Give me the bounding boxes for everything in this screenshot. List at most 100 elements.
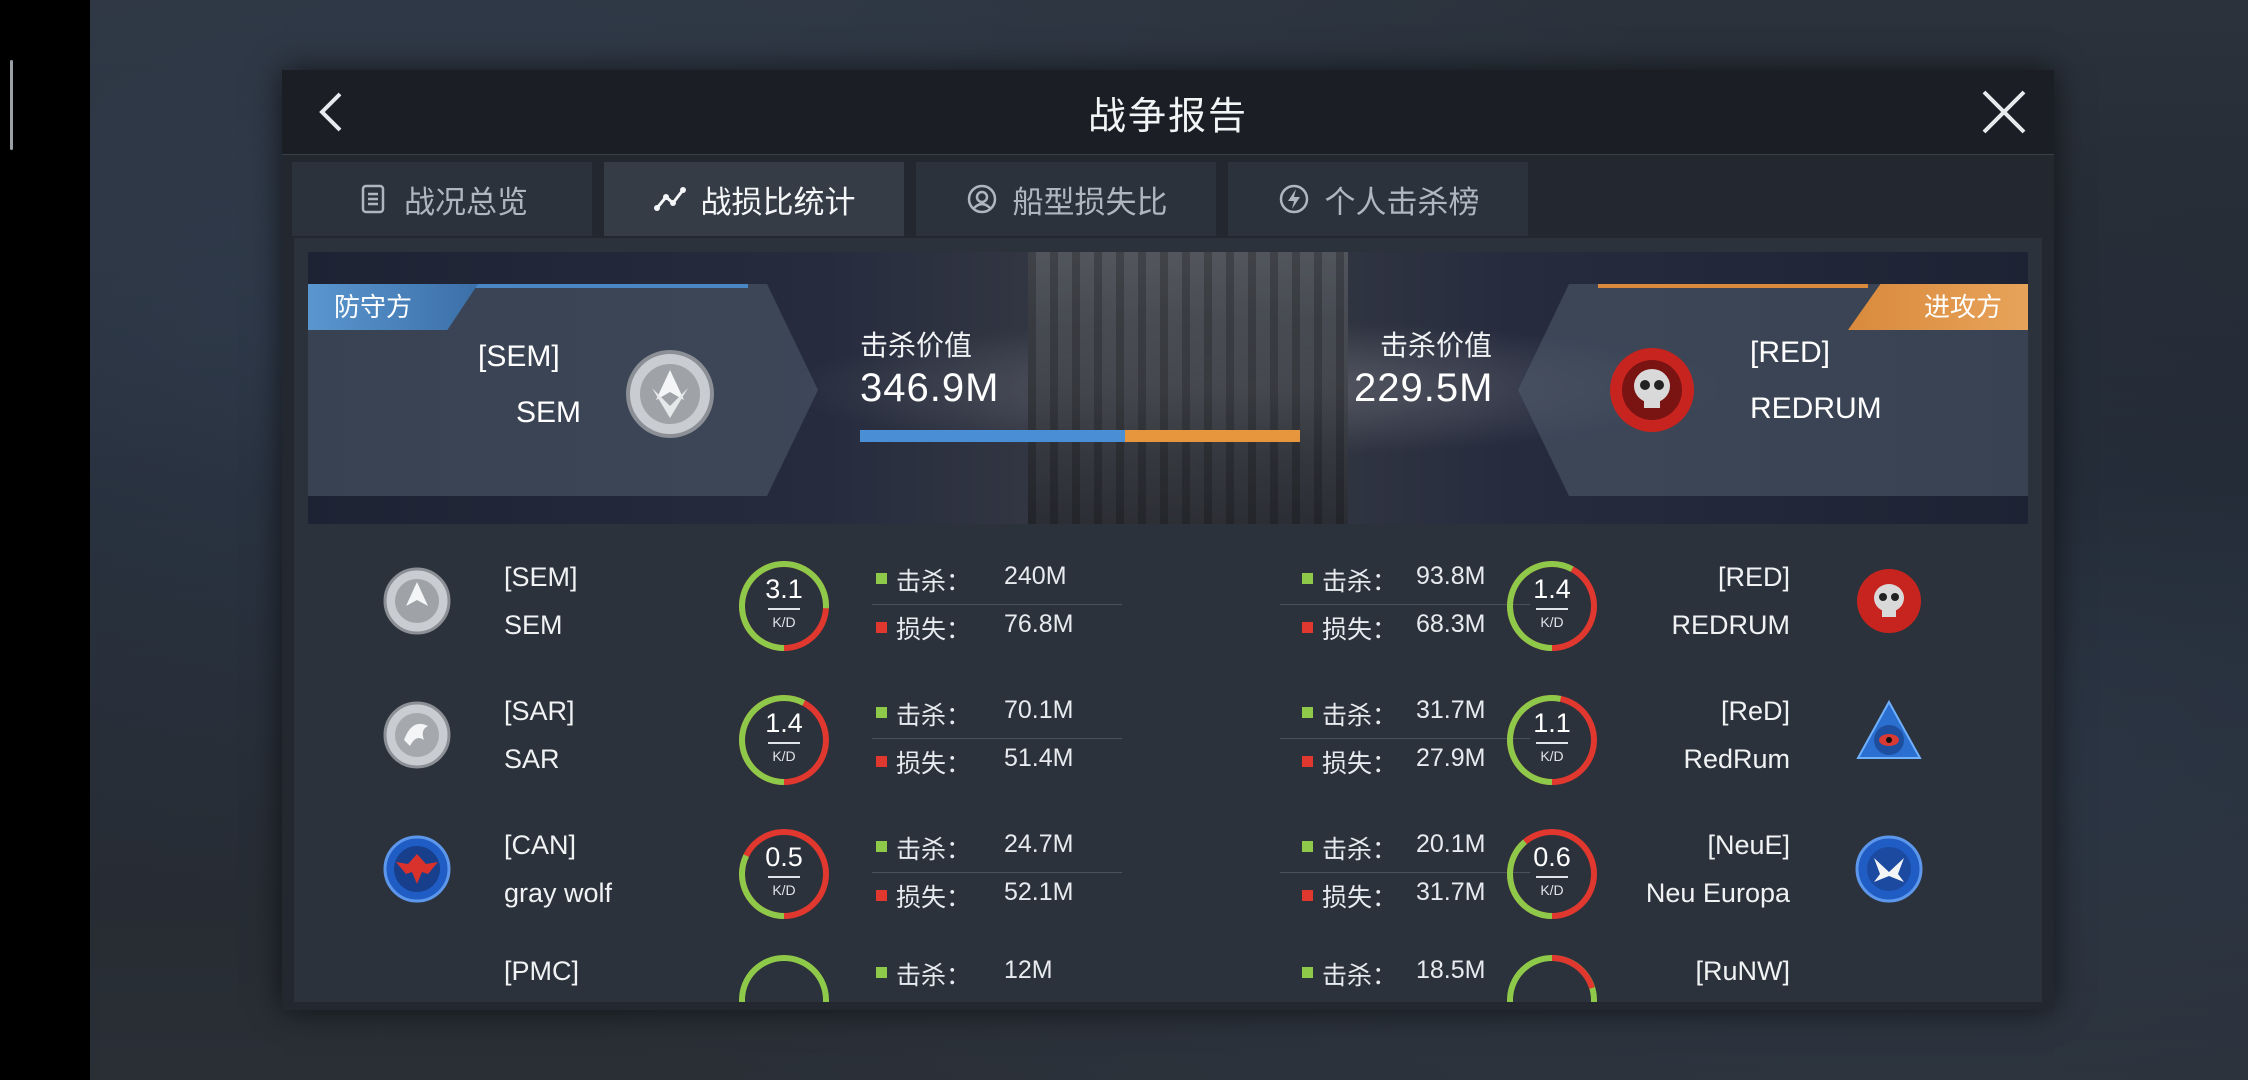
loss-label: 损失： (896, 750, 972, 778)
defender-value-bar (860, 430, 1125, 442)
target-icon (967, 184, 996, 214)
kd-ring: 1.4 K/D (1504, 558, 1600, 654)
loss-value: 68.3M (1416, 610, 1486, 638)
right-tag: [NeuE] (1707, 830, 1790, 860)
kd-ring-graphic (739, 561, 829, 651)
line-chart-icon (653, 187, 686, 211)
kd-ring: 1.1 K/D (1504, 692, 1600, 788)
tab-ship-loss[interactable]: 船型损失比 (916, 162, 1216, 236)
kill-label: 击杀： (1322, 702, 1398, 730)
stat-divider (1280, 872, 1530, 873)
war-report-panel: 战争报告 战况总览 战损比统计 船型损失比 个人击杀榜 防守方 进攻方 [SEM… (282, 70, 2054, 1010)
side-handle[interactable] (10, 60, 13, 150)
tab-personal-kills[interactable]: 个人击杀榜 (1228, 162, 1528, 236)
right-name: Neu Europa (1645, 878, 1790, 908)
right-tag: [RED] (1717, 562, 1790, 592)
kill-value: 24.7M (1004, 830, 1074, 858)
attacker-kill-value: 229.5M (1354, 366, 1494, 410)
kd-divider (1536, 742, 1568, 744)
loss-label: 损失： (1322, 884, 1398, 912)
kill-marker (1302, 967, 1313, 978)
kd-label: K/D (1540, 748, 1564, 764)
loss-label: 损失： (1322, 616, 1398, 644)
kd-divider (1536, 876, 1568, 878)
stat-divider (872, 738, 1122, 739)
defender-kill-label: 击杀价值 (860, 330, 973, 361)
left-tag: [PMC] (504, 956, 580, 986)
kd-ring (1504, 952, 1600, 1002)
right-name: REDRUM (1671, 610, 1791, 640)
kd-value: 3.1 (765, 574, 803, 604)
kd-ring-graphic (1507, 695, 1597, 785)
sem-emblem-icon (626, 350, 714, 438)
defender-tag: [SEM] (478, 340, 560, 373)
kd-divider (1536, 608, 1568, 610)
attacker-tag: [RED] (1750, 336, 1831, 369)
loss-value: 76.8M (1004, 610, 1074, 638)
kd-value: 1.1 (1533, 708, 1571, 738)
defender-name: SEM (516, 396, 582, 429)
tab-kd-stats[interactable]: 战损比统计 (604, 162, 904, 236)
chevron-left-icon (319, 92, 342, 132)
left-edge-bar (0, 0, 90, 1080)
kd-divider (768, 608, 800, 610)
left-tag: [CAN] (504, 830, 577, 860)
tab-overview[interactable]: 战况总览 (292, 162, 592, 236)
loss-marker (876, 756, 887, 767)
kill-label: 击杀： (896, 836, 972, 864)
tab-label: 战损比统计 (700, 184, 856, 220)
tab-label: 船型损失比 (1012, 184, 1168, 220)
kd-ring (736, 952, 832, 1002)
kd-divider (768, 742, 800, 744)
kill-value: 31.7M (1416, 696, 1486, 724)
neue-emblem-icon (1855, 835, 1923, 903)
loss-marker (1302, 890, 1313, 901)
loss-marker (876, 890, 887, 901)
kd-label: K/D (1540, 882, 1564, 898)
kill-marker (876, 841, 887, 852)
sar-dragon-icon (383, 701, 451, 769)
left-name: SEM (504, 610, 563, 640)
kd-label: K/D (772, 614, 796, 630)
attacker-value-bar (1125, 430, 1300, 442)
kill-marker (876, 573, 887, 584)
left-tag: [SAR] (504, 696, 575, 726)
back-button[interactable] (302, 82, 362, 142)
tab-label: 个人击杀榜 (1324, 184, 1480, 220)
kd-ring: 1.4 K/D (736, 692, 832, 788)
sem-emblem-icon (383, 567, 451, 635)
kill-label: 击杀： (896, 962, 972, 990)
kill-value: 12M (1004, 956, 1053, 984)
close-button[interactable] (1974, 82, 2034, 142)
kd-ring: 0.6 K/D (1504, 826, 1600, 922)
tab-label: 战况总览 (404, 184, 528, 220)
kill-value: 20.1M (1416, 830, 1486, 858)
loss-marker (1302, 756, 1313, 767)
ship-image (1028, 252, 1348, 524)
redrum-eye-icon (1856, 699, 1922, 759)
kill-value: 240M (1004, 562, 1067, 590)
kill-value: 18.5M (1416, 956, 1486, 984)
kd-value: 1.4 (765, 708, 803, 738)
kd-label: K/D (772, 748, 796, 764)
loss-label: 损失： (896, 616, 972, 644)
stat-divider (872, 872, 1122, 873)
kd-stats-content[interactable]: 防守方 进攻方 [SEM] SEM 击杀价值 346.9M 击杀价值 229.5… (294, 238, 2042, 1002)
loss-marker (1302, 622, 1313, 633)
kd-value: 0.6 (1533, 842, 1571, 872)
kill-label: 击杀： (1322, 962, 1398, 990)
kill-label: 击杀： (1322, 836, 1398, 864)
right-name: RedRum (1683, 744, 1790, 774)
loss-value: 52.1M (1004, 878, 1074, 906)
redrum-skull-icon (1857, 569, 1921, 633)
loss-value: 27.9M (1416, 744, 1486, 772)
defender-accent-line (458, 284, 748, 288)
loss-value: 51.4M (1004, 744, 1074, 772)
kd-value: 0.5 (765, 842, 803, 872)
defender-kill-value: 346.9M (860, 366, 1000, 410)
right-tag: [RuNW] (1695, 956, 1791, 986)
attacker-name: REDRUM (1750, 392, 1882, 425)
battle-banner: 防守方 进攻方 [SEM] SEM 击杀价值 346.9M 击杀价值 229.5… (308, 252, 2028, 524)
kd-divider (768, 876, 800, 878)
kill-marker (1302, 841, 1313, 852)
